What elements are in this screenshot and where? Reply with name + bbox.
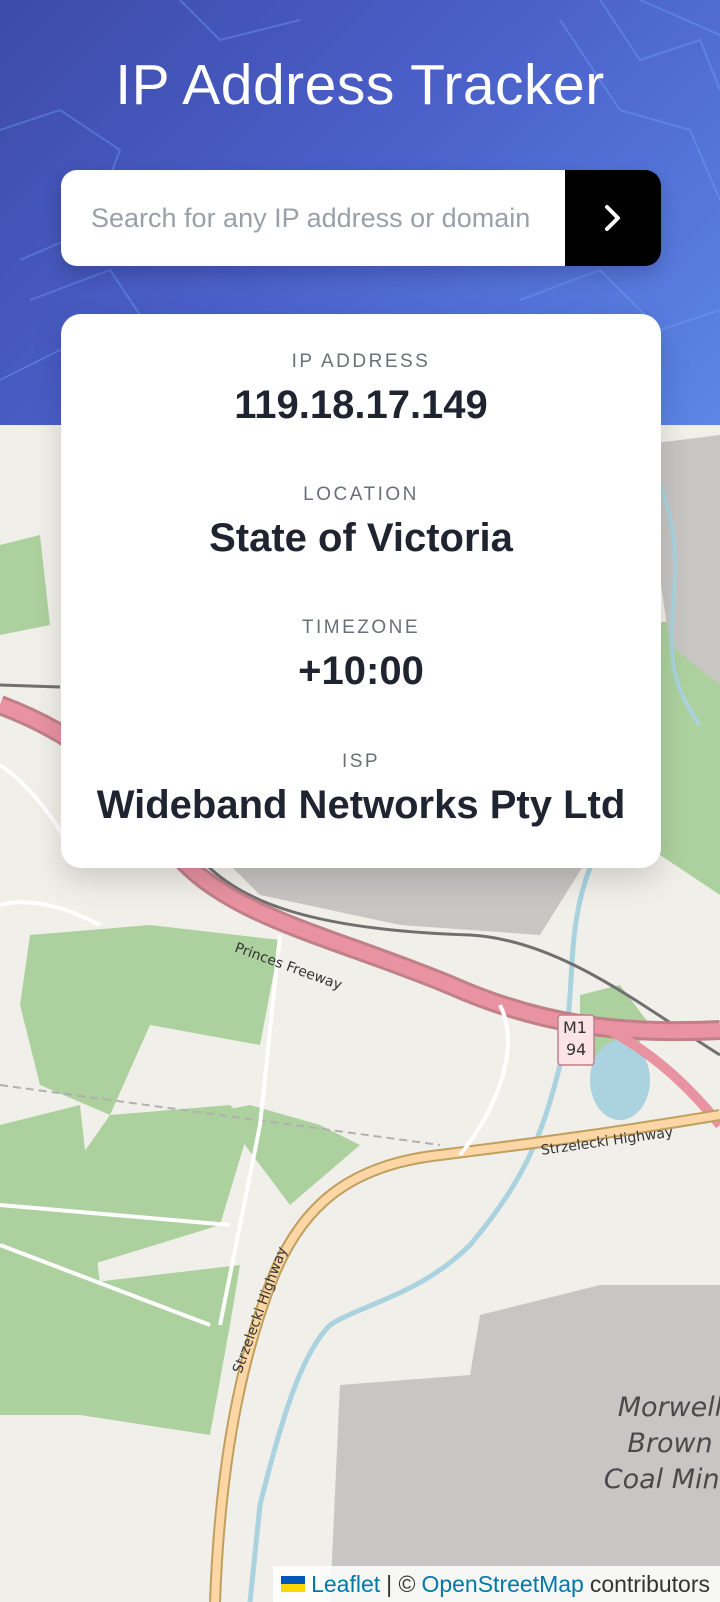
location-label: LOCATION [303,484,419,505]
ip-address-value: 119.18.17.149 [234,383,488,427]
attribution-contributors: contributors [589,1570,710,1597]
location-value: State of Victoria [209,516,513,560]
map-attribution: Leaflet | © OpenStreetMap contributors [273,1566,720,1602]
isp-label: ISP [341,751,381,772]
ukraine-flag-icon [281,1576,306,1592]
location-section: LOCATION State of Victoria [61,484,661,561]
search-bar [61,170,661,266]
isp-section: ISP Wideband Networks Pty Ltd [61,751,661,828]
map-label-route-94: 94 [566,1040,587,1059]
map-label-route-m1: M1 [563,1018,587,1037]
isp-value: Wideband Networks Pty Ltd [96,783,626,827]
search-input[interactable] [61,170,565,266]
ip-address-section: IP ADDRESS 119.18.17.149 [61,351,661,428]
openstreetmap-link[interactable]: OpenStreetMap [421,1571,583,1598]
search-submit-button[interactable] [565,170,661,266]
map-label-mine: Morwell Brown Coal Mine [600,1390,720,1498]
mine-label-line-2: Brown [627,1428,713,1459]
page-title: IP Address Tracker [115,53,605,117]
mine-label-line-1: Morwell [617,1392,720,1423]
timezone-section: TIMEZONE +10:00 [61,617,661,694]
mine-label-line-3: Coal Mine [603,1464,720,1495]
ip-address-label: IP ADDRESS [291,351,431,372]
timezone-value: +10:00 [298,649,424,693]
leaflet-link[interactable]: Leaflet [311,1571,380,1598]
timezone-label: TIMEZONE [301,617,421,638]
attribution-separator: | © [386,1570,416,1597]
chevron-right-icon [605,205,620,231]
ip-info-card: IP ADDRESS 119.18.17.149 LOCATION State … [61,314,661,868]
